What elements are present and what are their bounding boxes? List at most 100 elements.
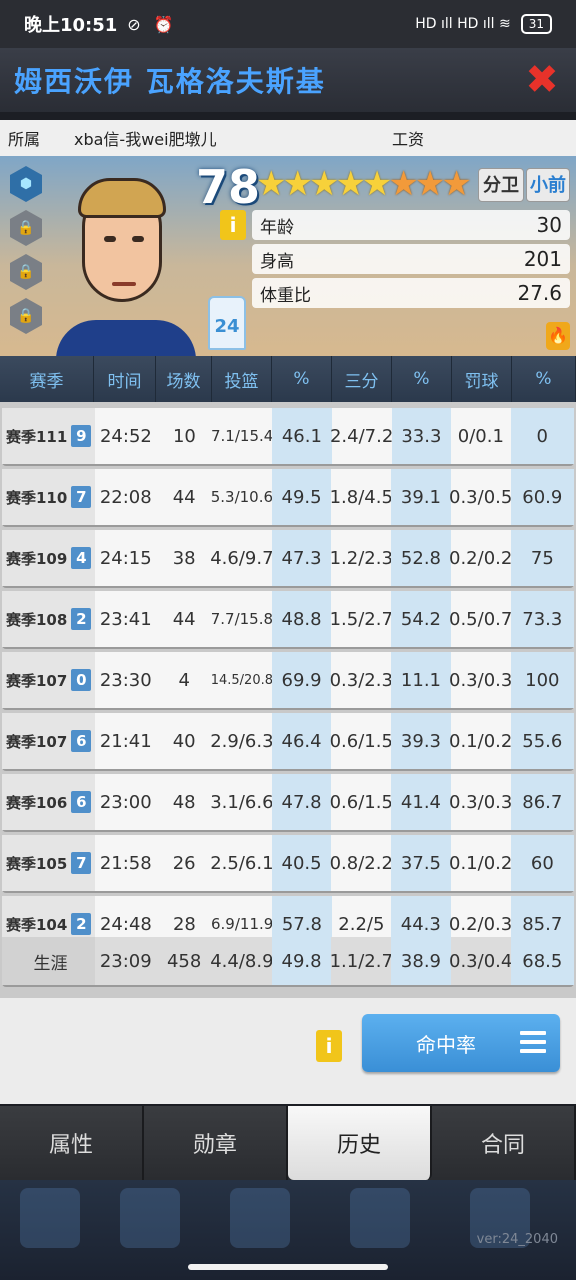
cell-3pt: 1.2/2.3: [329, 547, 393, 569]
table-row[interactable]: 赛季107 6 21:41 40 2.9/6.3 46.4 0.6/1.5 39.3 0.1/0…: [2, 713, 574, 769]
season-level-badge: 6: [71, 730, 92, 752]
attribute-value: 201: [523, 247, 562, 271]
cell-time: 24:15: [99, 547, 152, 569]
status-time: 晚上10:51: [24, 15, 118, 36]
tab-contract[interactable]: 合同: [432, 1106, 576, 1180]
tab-history[interactable]: 历史: [288, 1106, 432, 1180]
cell-ft-pct: 0: [510, 408, 574, 464]
status-icons: ⊘ ⏰: [127, 14, 178, 34]
info-icon[interactable]: i: [220, 210, 246, 240]
jersey-icon: 24: [208, 296, 246, 350]
team-label: 所属: [8, 130, 41, 149]
player-name: 姆西沃伊 瓦格洛夫斯基: [14, 65, 326, 98]
avatar-eye: [104, 236, 116, 242]
column-header-fg[interactable]: 投篮: [212, 356, 272, 402]
column-header-ft-pct[interactable]: %: [512, 356, 576, 402]
cell-3pt-pct: 39.3: [391, 713, 451, 769]
info-icon[interactable]: i: [316, 1030, 342, 1062]
table-row[interactable]: 赛季106 6 23:00 48 3.1/6.6 47.8 0.6/1.5 41.4 0.3/0…: [2, 774, 574, 830]
table-row[interactable]: 赛季111 9 24:52 10 7.1/15.4 46.1 2.4/7.2 33.3 0/0.…: [2, 408, 574, 464]
lock-icon[interactable]: 🔒: [10, 210, 42, 246]
career-cell-fg: 4.4/8.9: [210, 950, 274, 972]
avatar-eye: [132, 236, 144, 242]
attribute-value: 30: [536, 213, 562, 237]
cell-time: 23:00: [99, 791, 152, 813]
stats-table-header: 赛季 时间 场数 投篮 % 三分 % 罚球 %: [0, 356, 576, 402]
tab-attributes[interactable]: 属性: [0, 1106, 144, 1180]
team-value: xba信-我wei肥墩儿: [74, 130, 217, 149]
season-label: 赛季111: [6, 427, 68, 446]
column-header-season[interactable]: 赛季: [0, 356, 94, 402]
battery-icon: 31: [520, 14, 552, 34]
background-icon: [350, 1188, 410, 1248]
cell-fg: 7.1/15.4: [211, 427, 274, 445]
column-header-3pt[interactable]: 三分: [332, 356, 392, 402]
career-cell-games: 458: [166, 950, 202, 972]
cell-time: 21:58: [99, 852, 152, 874]
table-row[interactable]: 赛季109 4 24:15 38 4.6/9.7 47.3 1.2/2.3 52.8 0.2/0…: [2, 530, 574, 586]
bottom-tab-bar: 属性 勋章 历史 合同: [0, 1106, 576, 1180]
close-icon[interactable]: ✖: [522, 60, 562, 100]
cell-3pt-pct: 39.1: [391, 469, 451, 525]
table-row[interactable]: 赛季108 2 23:41 44 7.7/15.8 48.8 1.5/2.7 54.2 0.5/…: [2, 591, 574, 647]
column-header-ft[interactable]: 罚球: [452, 356, 512, 402]
cell-ft: 0.3/0.3: [449, 791, 513, 813]
cell-ft-pct: 55.6: [510, 713, 574, 769]
column-header-time[interactable]: 时间: [94, 356, 156, 402]
player-card: ⬢ 🔒 🔒 🔒 24 78 ★★★★★★★★ 分卫 小前 i 年龄 30 身高 …: [0, 156, 576, 356]
table-row[interactable]: 赛季107 0 23:30 4 14.5/20.8 69.9 0.3/2.3 11.1 0.3/…: [2, 652, 574, 708]
cell-season: 赛季111 9: [2, 408, 96, 464]
attribute-row-weight-ratio: 体重比 27.6: [252, 278, 570, 308]
career-cell-fg-pct: 49.8: [271, 937, 332, 985]
menu-icon: [520, 1028, 546, 1056]
cell-time: 21:41: [99, 730, 152, 752]
position-tag-primary: 分卫: [478, 168, 524, 202]
cell-games: 38: [172, 547, 196, 569]
home-indicator[interactable]: [188, 1264, 388, 1270]
lock-icon[interactable]: 🔒: [10, 254, 42, 290]
avatar-shirt: [56, 320, 196, 356]
cell-ft-pct: 86.7: [510, 774, 574, 830]
star-rating: ★★★★★★★★: [256, 164, 472, 204]
cell-fg: 4.6/9.7: [210, 547, 274, 569]
cell-fg-pct: 49.5: [271, 469, 332, 525]
column-header-fg-pct[interactable]: %: [272, 356, 332, 402]
season-label: 赛季107: [6, 732, 68, 751]
cell-3pt-pct: 52.8: [391, 530, 451, 586]
badge-column: ⬢ 🔒 🔒 🔒: [10, 166, 44, 342]
cell-3pt: 0.8/2.2: [329, 852, 393, 874]
cell-3pt-pct: 33.3: [391, 408, 452, 464]
fire-icon[interactable]: 🔥: [546, 322, 570, 350]
attribute-list: 年龄 30 身高 201 体重比 27.6: [252, 210, 570, 312]
cell-ft-pct: 60.9: [510, 469, 574, 525]
lock-icon[interactable]: 🔒: [10, 298, 42, 334]
avatar-hair: [78, 178, 166, 218]
footer-background: ver:24_2040: [0, 1180, 576, 1280]
background-icon: [20, 1188, 80, 1248]
salary-label: 工资: [392, 130, 425, 149]
sort-mode-button[interactable]: 命中率: [362, 1014, 560, 1072]
cell-fg-pct: 48.8: [271, 591, 332, 647]
background-icon: [120, 1188, 180, 1248]
position-tag-secondary: 小前: [526, 168, 570, 202]
table-row[interactable]: 赛季105 7 21:58 26 2.5/6.1 40.5 0.8/2.2 37.5 0.1/0…: [2, 835, 574, 891]
season-label: 赛季107: [6, 671, 68, 690]
attribute-label: 年龄: [260, 217, 294, 238]
cell-fg-pct: 69.9: [271, 652, 332, 708]
cell-ft: 0.3/0.3: [449, 669, 513, 691]
table-row[interactable]: 赛季110 7 22:08 44 5.3/10.6 49.5 1.8/4.5 39.1 0.3/…: [2, 469, 574, 525]
season-level-badge: 2: [71, 913, 92, 935]
tab-medals[interactable]: 勋章: [144, 1106, 288, 1180]
orange-stars-icon: ★★★: [388, 164, 471, 204]
cell-fg-pct: 47.3: [271, 530, 332, 586]
cell-time: 24:52: [99, 425, 152, 447]
column-header-games[interactable]: 场数: [156, 356, 212, 402]
cell-fg: 2.5/6.1: [210, 852, 274, 874]
cell-ft: 0.3/0.5: [449, 486, 513, 508]
team-info-bar: 所属 xba信-我wei肥墩儿 工资: [0, 120, 576, 156]
status-bar: 晚上10:51 ⊘ ⏰ HD ıll HD ıll ≋ 31: [0, 0, 576, 48]
cell-fg: 2.9/6.3: [210, 730, 274, 752]
badge-slot-active[interactable]: ⬢: [10, 166, 42, 202]
attribute-value: 27.6: [517, 281, 562, 305]
column-header-3pt-pct[interactable]: %: [392, 356, 452, 402]
